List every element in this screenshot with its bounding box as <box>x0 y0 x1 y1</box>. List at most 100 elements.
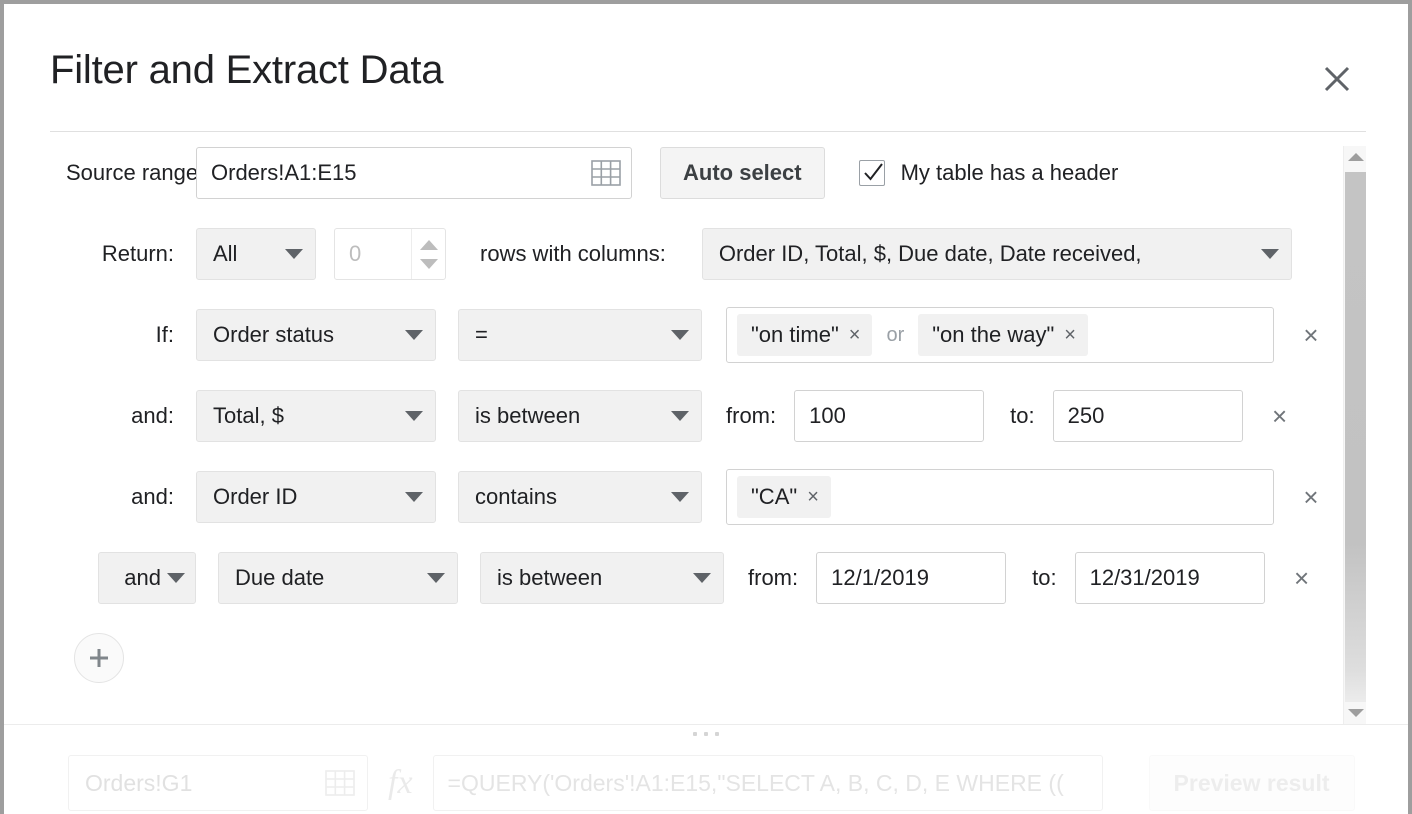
chip-join-label: or <box>886 323 905 346</box>
stepper-arrows[interactable] <box>411 229 445 279</box>
dialog-header: Filter and Extract Data <box>4 4 1408 132</box>
stepper-up-icon[interactable] <box>419 239 438 250</box>
scrollbar-thumb[interactable] <box>1345 172 1366 702</box>
remove-condition-icon[interactable]: × <box>1265 403 1295 429</box>
source-range-input[interactable]: Orders!A1:E15 <box>196 147 632 199</box>
range-from-input[interactable]: 12/1/2019 <box>816 552 1007 604</box>
value-chip[interactable]: "on the way" × <box>918 314 1088 356</box>
return-count-stepper[interactable]: 0 <box>334 228 446 280</box>
condition-operator-select[interactable]: is between <box>458 390 702 442</box>
resize-handle[interactable] <box>693 732 719 736</box>
dialog-footer: Orders!G1 fx =QUERY('Orders'!A1:E15,"SEL… <box>4 724 1408 814</box>
range-to-input[interactable]: 12/31/2019 <box>1074 552 1265 604</box>
chevron-down-icon <box>405 492 423 502</box>
chevron-down-icon <box>671 492 689 502</box>
destination-range-input[interactable]: Orders!G1 <box>68 755 368 811</box>
chevron-down-icon <box>285 249 303 259</box>
chevron-down-icon <box>693 573 711 583</box>
condition-field-value: Total, $ <box>213 403 284 428</box>
destination-range-value: Orders!G1 <box>85 769 193 796</box>
chip-remove-icon[interactable]: × <box>807 487 819 507</box>
condition-conjunction-value: and <box>124 565 161 590</box>
remove-condition-icon[interactable]: × <box>1296 484 1326 510</box>
condition-chips-field[interactable]: "CA" × <box>726 469 1274 525</box>
scroll-up-arrow-icon[interactable] <box>1344 146 1367 168</box>
chevron-down-icon <box>405 411 423 421</box>
plus-icon <box>90 649 108 667</box>
drag-dot <box>704 732 708 736</box>
condition-operator-select[interactable]: is between <box>480 552 724 604</box>
grid-range-picker-icon[interactable] <box>591 160 621 186</box>
columns-value: Order ID, Total, $, Due date, Date recei… <box>718 241 1142 266</box>
add-condition-row <box>4 633 1334 683</box>
range-from-value: 12/1/2019 <box>831 565 929 590</box>
range-to-input[interactable]: 250 <box>1052 390 1243 442</box>
chevron-down-icon <box>671 330 689 340</box>
value-chip[interactable]: "CA" × <box>737 476 831 518</box>
condition-field-select[interactable]: Order ID <box>196 471 436 523</box>
chevron-down-icon <box>405 330 423 340</box>
dialog-body: Source range: Orders!A1:E15 Auto select <box>4 132 1408 724</box>
condition-conjunction-label: and: <box>131 403 174 428</box>
rows-with-columns-label: rows with columns: <box>480 241 666 266</box>
chevron-down-icon <box>427 573 445 583</box>
condition-operator-value: = <box>475 322 488 347</box>
remove-condition-icon[interactable]: × <box>1287 565 1317 591</box>
condition-operator-value: contains <box>475 484 557 509</box>
condition-conjunction-label: If: <box>155 322 174 347</box>
filter-form: Source range: Orders!A1:E15 Auto select <box>4 132 1334 683</box>
range-to-value: 12/31/2019 <box>1089 565 1200 590</box>
condition-chips-field[interactable]: "on time" × or "on the way" × <box>726 307 1274 363</box>
value-chip[interactable]: "on time" × <box>737 314 873 356</box>
value-chip-label: "on the way" <box>932 322 1055 347</box>
condition-operator-select[interactable]: contains <box>458 471 702 523</box>
range-to-label: to: <box>1010 403 1035 428</box>
range-from-value: 100 <box>809 403 846 428</box>
chevron-down-icon <box>671 411 689 421</box>
columns-select[interactable]: Order ID, Total, $, Due date, Date recei… <box>701 228 1292 280</box>
remove-condition-icon[interactable]: × <box>1296 322 1326 348</box>
range-to-value: 250 <box>1067 403 1105 428</box>
source-range-value: Orders!A1:E15 <box>211 160 357 185</box>
condition-operator-value: is between <box>497 565 603 590</box>
auto-select-button[interactable]: Auto select <box>660 147 825 199</box>
condition-field-select[interactable]: Due date <box>218 552 458 604</box>
range-from-label: from: <box>726 403 777 428</box>
my-table-has-header-checkbox[interactable]: My table has a header <box>858 160 1118 186</box>
condition-row: and: Total, $ is between from: 100 to: 2… <box>4 389 1334 443</box>
condition-field-select[interactable]: Total, $ <box>196 390 436 442</box>
formula-value: =QUERY('Orders'!A1:E15,"SELECT A, B, C, … <box>447 769 1064 796</box>
return-mode-select[interactable]: All <box>196 228 316 280</box>
condition-field-value: Order status <box>213 322 335 347</box>
scroll-up-triangle <box>1347 153 1364 161</box>
stepper-down-icon[interactable] <box>419 258 438 269</box>
condition-field-value: Due date <box>235 565 325 590</box>
scroll-down-arrow-icon[interactable] <box>1344 702 1367 724</box>
value-chip-label: "CA" <box>751 484 798 509</box>
range-from-label: from: <box>748 565 799 590</box>
grid-range-picker-icon[interactable] <box>325 770 355 796</box>
drag-dot <box>715 732 719 736</box>
add-condition-button[interactable] <box>74 633 124 683</box>
range-to-label: to: <box>1032 565 1057 590</box>
chevron-down-icon <box>1260 249 1279 259</box>
return-row: Return: All 0 rows with columns: Order I… <box>4 227 1334 281</box>
checkbox-box <box>858 160 885 186</box>
vertical-scrollbar[interactable] <box>1343 146 1366 724</box>
chip-remove-icon[interactable]: × <box>849 325 861 345</box>
preview-result-button[interactable]: Preview result <box>1148 755 1355 811</box>
condition-conjunction-select[interactable]: and <box>98 552 196 604</box>
condition-row: If: Order status = "on time" × or "on th… <box>4 307 1334 363</box>
chip-remove-icon[interactable]: × <box>1064 325 1076 345</box>
formula-input[interactable]: =QUERY('Orders'!A1:E15,"SELECT A, B, C, … <box>432 755 1103 811</box>
page-title: Filter and Extract Data <box>50 48 444 92</box>
condition-operator-select[interactable]: = <box>458 309 702 361</box>
condition-row: and Due date is between from: 12/1/2019 … <box>4 551 1334 605</box>
value-chip-label: "on time" <box>751 322 839 347</box>
chevron-down-icon <box>167 573 185 583</box>
condition-field-value: Order ID <box>213 484 298 509</box>
range-from-input[interactable]: 100 <box>794 390 985 442</box>
condition-field-select[interactable]: Order status <box>196 309 436 361</box>
filter-extract-dialog: Filter and Extract Data Source range: Or… <box>4 4 1408 814</box>
close-icon[interactable] <box>1318 60 1356 98</box>
